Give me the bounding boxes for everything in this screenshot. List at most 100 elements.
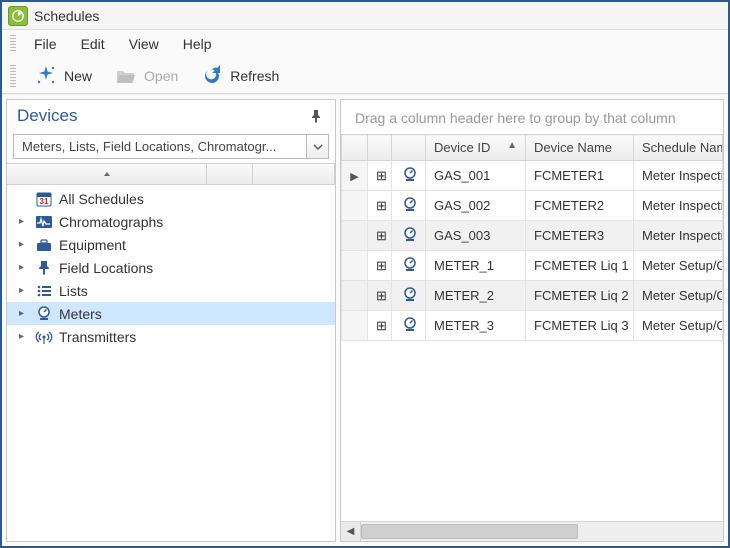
meter-icon (35, 305, 53, 323)
filter-dropdown-button[interactable] (306, 135, 328, 158)
tree-sort-column[interactable] (7, 164, 207, 184)
cell-schedule-name[interactable]: Meter Inspecti (634, 191, 723, 221)
filter-combo[interactable]: Meters, Lists, Field Locations, Chromato… (13, 134, 329, 159)
menu-view[interactable]: View (119, 32, 169, 56)
group-by-hint[interactable]: Drag a column header here to group by th… (341, 100, 723, 134)
titlebar[interactable]: Schedules (2, 2, 728, 30)
expand-header (368, 135, 392, 161)
new-button[interactable]: New (26, 61, 100, 91)
cell-device-id[interactable]: GAS_002 (426, 191, 526, 221)
meter-icon (392, 221, 426, 251)
table-row[interactable]: ⊞ METER_3FCMETER Liq 3Meter Setup/C (342, 311, 723, 341)
refresh-label: Refresh (230, 68, 279, 84)
tree-item-label: All Schedules (59, 191, 144, 207)
col-schedule-name[interactable]: Schedule Name (634, 135, 723, 161)
scroll-track[interactable] (361, 522, 723, 541)
tree-header-spacer (207, 164, 253, 184)
cell-schedule-name[interactable]: Meter Setup/C (634, 311, 723, 341)
expander-icon[interactable]: ▸ (19, 262, 29, 273)
row-indicator (342, 251, 368, 281)
chevron-down-icon (313, 142, 323, 152)
scroll-thumb[interactable] (361, 524, 578, 539)
col-device-name[interactable]: Device Name (526, 135, 634, 161)
menu-edit[interactable]: Edit (71, 32, 115, 56)
tree-item-field-locations[interactable]: ▸ Field Locations (7, 256, 335, 279)
devices-panel-header: Devices (7, 100, 335, 134)
window-title: Schedules (34, 8, 99, 24)
tree-item-lists[interactable]: ▸Lists (7, 279, 335, 302)
cell-device-name[interactable]: FCMETER Liq 3 (526, 311, 634, 341)
tree-item-label: Field Locations (59, 260, 153, 276)
meter-icon (392, 251, 426, 281)
app-window: Schedules File Edit View Help New Open R… (0, 0, 730, 548)
grid-panel: Drag a column header here to group by th… (340, 99, 724, 542)
cell-schedule-name[interactable]: Meter Inspecti (634, 221, 723, 251)
tree-item-transmitters[interactable]: ▸Transmitters (7, 325, 335, 348)
cell-device-name[interactable]: FCMETER3 (526, 221, 634, 251)
cell-device-id[interactable]: GAS_003 (426, 221, 526, 251)
row-expand-button[interactable]: ⊞ (368, 191, 392, 221)
pulse-icon (35, 213, 53, 231)
expander-icon[interactable]: ▸ (19, 216, 29, 227)
cell-device-id[interactable]: METER_2 (426, 281, 526, 311)
cell-device-id[interactable]: GAS_001 (426, 161, 526, 191)
meter-icon (392, 191, 426, 221)
menu-help[interactable]: Help (173, 32, 222, 56)
tree-item-chromatographs[interactable]: ▸ Chromatographs (7, 210, 335, 233)
toolbox-icon (35, 236, 53, 254)
row-indicator: ▶ (342, 161, 368, 191)
scroll-left-button[interactable]: ◀ (341, 522, 361, 541)
row-indicator (342, 191, 368, 221)
tree-item-meters[interactable]: ▸ Meters (7, 302, 335, 325)
table-row[interactable]: ⊞ GAS_002FCMETER2Meter Inspecti (342, 191, 723, 221)
horizontal-scrollbar[interactable]: ◀ (341, 521, 723, 541)
menubar-grip[interactable] (10, 35, 16, 53)
table-row[interactable]: ▶⊞ GAS_001FCMETER1Meter Inspecti (342, 161, 723, 191)
cell-device-name[interactable]: FCMETER Liq 1 (526, 251, 634, 281)
tree-item-all-schedules[interactable]: 31 All Schedules (7, 187, 335, 210)
tree-item-equipment[interactable]: ▸Equipment (7, 233, 335, 256)
pin-icon (35, 259, 53, 277)
expander-icon[interactable]: ▸ (19, 331, 29, 342)
calendar-icon: 31 (35, 190, 53, 208)
cell-device-name[interactable]: FCMETER1 (526, 161, 634, 191)
expander-icon[interactable]: ▸ (19, 308, 29, 319)
menu-file[interactable]: File (24, 32, 67, 56)
sparkle-icon (34, 64, 58, 88)
cell-schedule-name[interactable]: Meter Setup/C (634, 251, 723, 281)
row-expand-button[interactable]: ⊞ (368, 221, 392, 251)
expander-icon[interactable]: ▸ (19, 285, 29, 296)
app-icon (8, 6, 28, 26)
expander-icon[interactable]: ▸ (19, 239, 29, 250)
cell-device-id[interactable]: METER_1 (426, 251, 526, 281)
table-row[interactable]: ⊞ GAS_003FCMETER3Meter Inspecti (342, 221, 723, 251)
device-tree[interactable]: 31 All Schedules ▸ Chromatographs ▸Equipment… (7, 185, 335, 541)
cell-schedule-name[interactable]: Meter Setup/C (634, 281, 723, 311)
pin-button[interactable] (307, 107, 325, 125)
list-icon (35, 282, 53, 300)
row-expand-button[interactable]: ⊞ (368, 161, 392, 191)
row-expand-button[interactable]: ⊞ (368, 251, 392, 281)
filter-text: Meters, Lists, Field Locations, Chromato… (14, 135, 306, 158)
row-expand-button[interactable]: ⊞ (368, 281, 392, 311)
toolbar: New Open Refresh (2, 58, 728, 94)
tree-column-header[interactable] (7, 163, 335, 185)
row-expand-button[interactable]: ⊞ (368, 311, 392, 341)
cell-device-name[interactable]: FCMETER Liq 2 (526, 281, 634, 311)
table-row[interactable]: ⊞ METER_1FCMETER Liq 1Meter Setup/C (342, 251, 723, 281)
meter-icon (392, 311, 426, 341)
device-grid[interactable]: Device ID▲ Device Name Schedule Name ▶⊞G… (341, 134, 723, 521)
cell-device-name[interactable]: FCMETER2 (526, 191, 634, 221)
cell-schedule-name[interactable]: Meter Inspecti (634, 161, 723, 191)
tree-item-label: Chromatographs (59, 214, 163, 230)
refresh-icon (200, 64, 224, 88)
open-label: Open (144, 68, 178, 84)
table-row[interactable]: ⊞ METER_2FCMETER Liq 2Meter Setup/C (342, 281, 723, 311)
cell-device-id[interactable]: METER_3 (426, 311, 526, 341)
col-device-id[interactable]: Device ID▲ (426, 135, 526, 161)
row-header-blank (342, 135, 368, 161)
toolbar-grip[interactable] (10, 65, 16, 87)
refresh-button[interactable]: Refresh (192, 61, 287, 91)
devices-panel: Devices Meters, Lists, Field Locations, … (6, 99, 336, 542)
tree-item-label: Meters (59, 306, 102, 322)
